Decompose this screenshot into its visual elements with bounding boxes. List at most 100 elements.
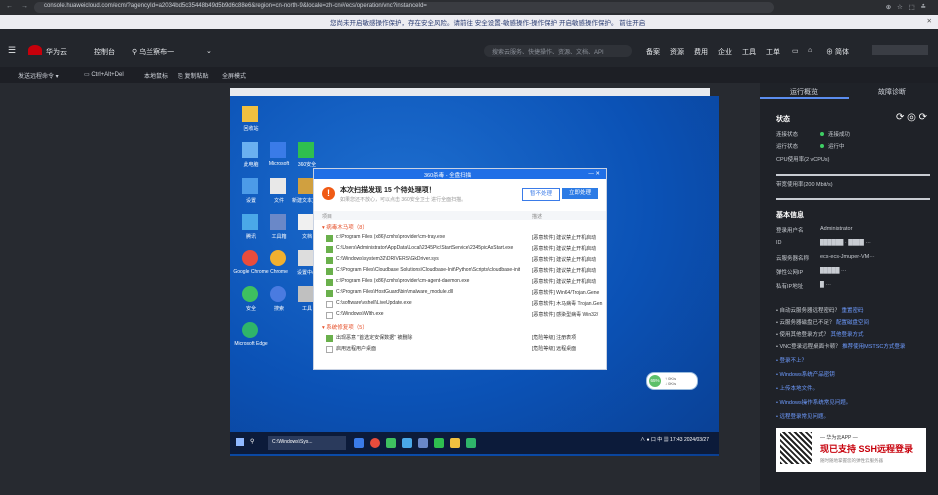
checkbox[interactable] [326, 279, 333, 286]
nav-enterprise[interactable]: 企业 [718, 47, 732, 57]
table-row[interactable]: C:\Users\Administrator\AppData\Local\234… [314, 244, 606, 254]
close-icon[interactable]: — ✕ [588, 171, 600, 177]
ignore-button[interactable]: 暂不处理 [522, 188, 560, 201]
user-language[interactable]: ⊕ 简体 [826, 47, 849, 57]
help-link[interactable]: • 远程登录常见问题。 [776, 412, 829, 420]
memory-percent: 65% [649, 375, 661, 387]
taskbar-app-icon[interactable] [434, 438, 444, 448]
warning-icon: ! [322, 187, 335, 200]
info-key: 私有IP地址 [776, 284, 804, 290]
copy-paste-button[interactable]: ⎘ 复制粘贴 [178, 71, 208, 81]
table-row[interactable]: C:\Program Files\HostGuard\bin\malware_m… [314, 288, 606, 298]
desktop-icon-edge[interactable]: Microsoft Edge [230, 322, 272, 352]
recycle-bin-icon [242, 106, 258, 122]
system-tray[interactable]: ∧ ● 口 中 ▦ 17:43 2024/03/27 [640, 436, 709, 443]
process-now-button[interactable]: 立即处理 [562, 188, 598, 199]
help-link[interactable]: • VNC登录远程桌面卡顿？ 推荐使用MSTSC方式登录 [776, 342, 905, 350]
desktop-icon-recycle-bin[interactable]: 回收站 [230, 106, 272, 136]
chrome-icon[interactable] [370, 438, 380, 448]
promo-subtitle: — 华为云APP — [820, 435, 858, 441]
search-icon[interactable]: ⚲ [250, 438, 254, 445]
checkbox[interactable] [326, 235, 333, 242]
checkbox[interactable] [326, 257, 333, 264]
menu-icon[interactable]: ☰ [8, 45, 16, 56]
search-icon [270, 286, 286, 302]
nav-tools[interactable]: 工具 [742, 47, 756, 57]
taskbar-app-icon[interactable] [418, 438, 428, 448]
help-link[interactable]: • 云服务器磁盘已不足？ 配置磁盘空间 [776, 318, 869, 326]
checkbox[interactable] [326, 335, 333, 342]
send-command-button[interactable]: 发送远程命令 ▾ [18, 71, 59, 80]
status-heading: 状态 [776, 116, 790, 123]
info-key: 云服务器名称 [776, 256, 810, 262]
brand-name[interactable]: 华为云 [46, 47, 67, 57]
taskbar-app-button[interactable]: C:\Windows\Sys... [268, 436, 346, 450]
table-row[interactable]: C:\software\vshell\LiveUpdate.exe [恶意软件] … [314, 299, 606, 309]
taskbar-app-icon[interactable] [402, 438, 412, 448]
notice-text[interactable]: 您尚未开启敏感操作保护，存在安全风险。请前往 安全设置-敏感操作-操作保护 开启… [330, 17, 645, 27]
help-link[interactable]: • Windows系统产品密钥 [776, 370, 835, 378]
table-row[interactable]: c:\Program Files (x86)\cmhs\provider\cm-… [314, 233, 606, 243]
region-selector[interactable]: ⚲ 乌兰察布一 [132, 47, 174, 57]
local-mouse-button[interactable]: 本地鼠标 [144, 71, 168, 80]
checkbox[interactable] [326, 312, 333, 319]
close-icon[interactable]: ✕ [927, 17, 932, 25]
table-row[interactable]: 出现恶意 "首选定安保数据" 被删除 [危险等级] 注册表项 [314, 333, 606, 343]
nav-resources[interactable]: 资源 [670, 47, 684, 57]
status-dot-icon [820, 132, 824, 136]
ctrl-alt-del-button[interactable]: ▭ Ctrl+Alt+Del [84, 71, 124, 78]
checkbox[interactable] [326, 246, 333, 253]
table-row[interactable]: C:\Windows\Wlth.exe [恶意软件] 感染型病毒 Win32/ [314, 310, 606, 320]
address-bar[interactable]: console.huaweicloud.com/ecm/?agencyId=a2… [34, 2, 774, 13]
tab-overview-label[interactable]: 运行概览 [790, 87, 818, 97]
browser-actions[interactable]: ⊕ ☆ ⬚ ≛ [886, 3, 928, 11]
help-link[interactable]: • 上传本地文件。 [776, 384, 818, 392]
taskbar-app-icon[interactable] [386, 438, 396, 448]
notification-icon[interactable]: ⌂ [808, 47, 812, 54]
network-speed-widget[interactable]: 65% ↑ 0K/s ↓ 0K/s [646, 372, 698, 390]
column-desc: 描述 [532, 214, 543, 220]
help-link[interactable]: • 自动云服务器远程密码？ 重置密码 [776, 306, 864, 314]
windows-start-icon[interactable] [236, 438, 244, 446]
checkbox[interactable] [326, 290, 333, 297]
settings-icon [242, 178, 258, 194]
table-row[interactable]: C:\Windows\system32\DRIVERS\GkDriver.sys… [314, 255, 606, 265]
status-dot-icon [820, 144, 824, 148]
monitor-icon[interactable]: ▭ [792, 47, 799, 55]
antivirus-scan-dialog: 360杀毒 - 全盘扫描 — ✕ ! 本次扫描发现 15 个待处理项！ 如果您还… [313, 168, 607, 370]
section-system-fix[interactable]: ▾ 系统修复项（5） [322, 323, 368, 331]
checkbox[interactable] [326, 301, 333, 308]
checkbox[interactable] [326, 268, 333, 275]
checkbox[interactable] [326, 346, 333, 353]
app-promo-banner[interactable]: — 华为云APP — 现已支持 SSH远程登录 随时随地掌握您的弹性云服务器 [776, 428, 926, 472]
table-row[interactable]: 启用远程用户桌面 [危险等级] 远程桌面 [314, 344, 606, 354]
info-key: 弹性公网IP [776, 270, 804, 276]
results-column-header: 项目 描述 [314, 211, 606, 220]
tab-diagnosis[interactable]: 故障诊断 [878, 87, 906, 97]
console-link[interactable]: 控制台 [94, 47, 115, 57]
help-link[interactable]: • 使用其他登录方式？ 其他登录方式 [776, 330, 864, 338]
taskbar-app-icon[interactable] [450, 438, 460, 448]
search-input[interactable]: 搜索云服务、快捷操作、资源、文档、API [484, 45, 632, 57]
nav-beian[interactable]: 备案 [646, 47, 660, 57]
table-row[interactable]: C:\Program Files\Cloudbase Solutions\Clo… [314, 266, 606, 276]
taskbar-app-icon[interactable] [354, 438, 364, 448]
dialog-titlebar: 360杀毒 - 全盘扫描 — ✕ [314, 169, 606, 179]
shield-icon[interactable] [466, 438, 476, 448]
dialog-title: 360杀毒 - 全盘扫描 [424, 173, 472, 179]
help-link[interactable]: • 登录不上？ [776, 356, 807, 364]
section-virus[interactable]: ▾ 病毒木马项（8） [322, 223, 368, 231]
nav-billing[interactable]: 费用 [694, 47, 708, 57]
avatar[interactable] [872, 45, 928, 55]
url-text: console.huaweicloud.com/ecm/?agencyId=a2… [44, 3, 427, 9]
bandwidth-usage-bar [776, 198, 930, 200]
refresh-icon[interactable]: ⟳ ◎ ⟳ [896, 112, 927, 123]
nav-tickets[interactable]: 工单 [766, 47, 780, 57]
chevron-down-icon[interactable]: ⌄ [206, 47, 212, 55]
info-value: █ ··· [820, 282, 831, 288]
help-link[interactable]: • Windows操作系统常见问题。 [776, 398, 851, 406]
fullscreen-button[interactable]: 全屏模式 [222, 71, 246, 80]
table-row[interactable]: c:\Program Files (x86)\cmhs\provider\cm-… [314, 277, 606, 287]
huawei-logo-icon[interactable] [28, 45, 42, 55]
run-status-label: 运行状态 [776, 144, 799, 150]
